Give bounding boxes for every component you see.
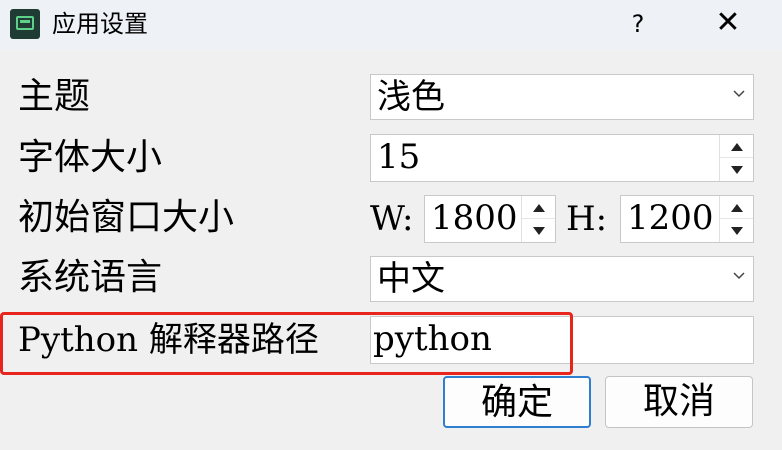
font-size-spin-buttons (719, 135, 753, 181)
window-size-label: 初始窗口大小 (18, 197, 235, 238)
help-button[interactable]: ? (620, 6, 656, 42)
height-value: 1200 (627, 198, 714, 238)
width-spin-buttons (521, 196, 555, 242)
height-label: H: (566, 199, 608, 239)
cancel-button[interactable]: 取消 (605, 376, 753, 428)
height-spinbox[interactable]: 1200 (620, 195, 754, 243)
chevron-down-icon (733, 271, 745, 281)
language-label: 系统语言 (18, 257, 163, 298)
theme-select[interactable]: 浅色 (370, 74, 754, 120)
arrow-up-icon (730, 203, 743, 212)
theme-label: 主题 (18, 76, 91, 117)
ok-button[interactable]: 确定 (443, 376, 591, 428)
language-value: 中文 (377, 259, 445, 299)
width-value: 1800 (431, 198, 518, 238)
width-increment-button[interactable] (522, 196, 555, 219)
font-size-increment-button[interactable] (720, 135, 753, 158)
arrow-down-icon (532, 226, 545, 235)
arrow-down-icon (730, 165, 743, 174)
height-increment-button[interactable] (720, 196, 753, 219)
width-label: W: (370, 199, 414, 239)
width-spinbox[interactable]: 1800 (424, 195, 556, 243)
language-select[interactable]: 中文 (370, 256, 754, 302)
font-size-value: 15 (377, 137, 421, 177)
font-size-spinbox[interactable]: 15 (370, 134, 754, 182)
height-decrement-button[interactable] (720, 218, 753, 242)
close-button[interactable]: ✕ (710, 6, 746, 42)
title-bar: 应用设置 ? ✕ (0, 0, 782, 50)
chevron-down-icon (733, 89, 745, 99)
font-size-decrement-button[interactable] (720, 157, 753, 181)
highlight-box (0, 312, 573, 375)
font-size-label: 字体大小 (18, 137, 163, 178)
arrow-up-icon (532, 203, 545, 212)
width-decrement-button[interactable] (522, 218, 555, 242)
arrow-up-icon (730, 142, 743, 151)
theme-value: 浅色 (377, 77, 445, 117)
height-spin-buttons (719, 196, 753, 242)
arrow-down-icon (730, 226, 743, 235)
window-title: 应用设置 (52, 10, 148, 38)
app-icon (10, 9, 40, 39)
